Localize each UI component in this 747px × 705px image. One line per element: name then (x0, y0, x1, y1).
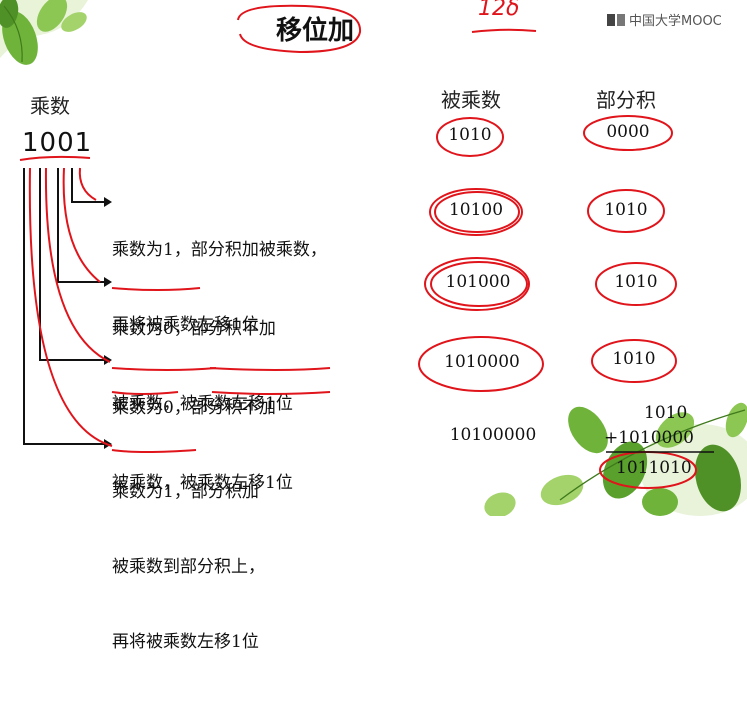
multiplicand-value-1: 1010 (448, 125, 492, 145)
step-note-4-line1: 乘数为1，部分积加 (112, 482, 259, 502)
handwritten-scribble: 12δ (478, 0, 520, 21)
sum-addend-value: +1010000 (604, 428, 694, 448)
step-note-4-line2: 被乘数到部分积上， (112, 557, 265, 577)
multiplicand-value-3: 101000 (445, 272, 511, 292)
brand-logo-text: 中国大学MOOC (629, 14, 722, 29)
step-note-1-line1: 乘数为1，部分积加被乘数， (112, 240, 327, 260)
step-note-2-line1: 乘数为0，部分积不加 (112, 319, 276, 339)
mooc-logo-icon (607, 13, 625, 26)
multiplicand-value-5: 10100000 (449, 425, 537, 445)
sum-result-value: 1011010 (616, 458, 692, 478)
multiplicand-value-4: 1010000 (444, 352, 520, 372)
connector-arrowheads (104, 197, 112, 449)
partial-value-3: 1010 (614, 272, 658, 292)
multiplier-header: 乘数 (30, 94, 70, 118)
leaves-top-left-icon (0, 0, 88, 65)
multiplier-value: 1001 (22, 128, 93, 158)
partial-product-header: 部分积 (596, 88, 656, 112)
scribble-underline-icon (471, 28, 537, 33)
step-note-3-line1: 乘数为0，部分积不加 (112, 398, 276, 418)
multiplicand-value-2: 10100 (448, 200, 504, 220)
step-note-4: 乘数为1，部分积加 被乘数到部分积上， 再将被乘数左移1位 (112, 430, 265, 705)
partial-value-2: 1010 (604, 200, 648, 220)
slide-title: 移位加 (275, 16, 354, 46)
partial-value-4: 1010 (612, 349, 656, 369)
multiplicand-header: 被乘数 (441, 88, 501, 112)
brand-logo: 中国大学MOOC (607, 10, 722, 29)
step-note-4-line3: 再将被乘数左移1位 (112, 632, 259, 652)
sum-top-value: 1010 (644, 403, 688, 423)
partial-value-1: 0000 (606, 122, 650, 142)
slide: 移位加 12δ 中国大学MOOC 乘数 1001 乘数为1，部分积加被乘数， 再… (0, 0, 747, 652)
